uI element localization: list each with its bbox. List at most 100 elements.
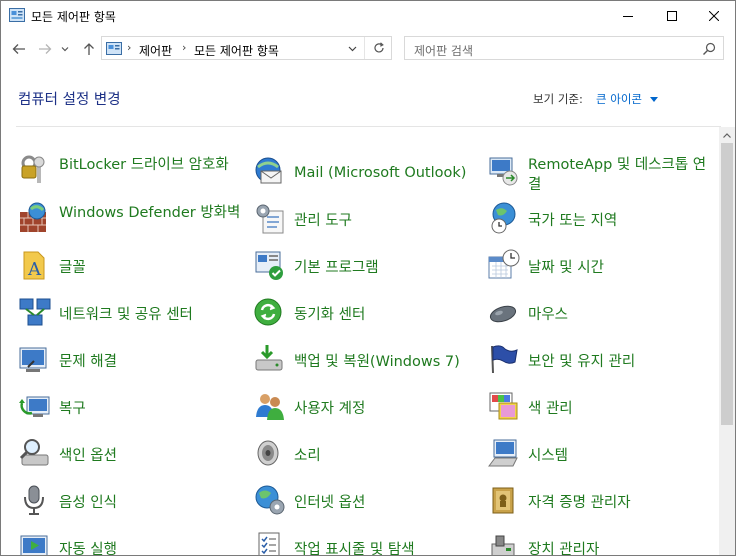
view-by-dropdown[interactable]: 큰 아이콘 — [596, 91, 658, 107]
item-system[interactable]: 시스템 — [487, 436, 717, 476]
mail-icon — [255, 157, 282, 184]
key-lock-icon — [21, 155, 45, 183]
recovery-icon — [19, 396, 50, 417]
users-icon — [256, 394, 284, 420]
item-label[interactable]: 색인 옵션 — [59, 446, 249, 466]
item-label[interactable]: 시스템 — [528, 446, 718, 466]
item-mail[interactable]: Mail (Microsoft Outlook) — [253, 153, 483, 193]
item-internet-options[interactable]: 인터넷 옵션 — [253, 483, 483, 523]
triangle-down-icon — [649, 97, 658, 102]
item-label[interactable]: 자동 실행 — [59, 540, 249, 555]
default-programs-icon — [255, 251, 283, 280]
item-device-manager[interactable]: 장치 관리자 — [487, 530, 717, 555]
item-credential-manager[interactable]: 자격 증명 관리자 — [487, 483, 717, 523]
item-bitlocker[interactable]: BitLocker 드라이브 암호화 — [18, 153, 248, 193]
item-mouse[interactable]: 마우스 — [487, 295, 717, 335]
maximize-icon — [667, 11, 677, 21]
item-troubleshooting[interactable]: 문제 해결 — [18, 342, 248, 382]
scroll-up-button[interactable] — [719, 127, 735, 143]
item-firewall[interactable]: Windows Defender 방화벽 — [18, 201, 248, 241]
item-speech-recognition[interactable]: 음성 인식 — [18, 483, 248, 523]
item-sync-center[interactable]: 동기화 센터 — [253, 295, 483, 335]
speaker-icon — [257, 440, 279, 466]
item-default-programs[interactable]: 기본 프로그램 — [253, 248, 483, 288]
breadcrumb-control-panel[interactable]: 제어판 — [139, 42, 172, 59]
item-label[interactable]: 복구 — [59, 399, 249, 419]
minimize-button[interactable] — [605, 1, 651, 31]
item-label[interactable]: 소리 — [294, 446, 484, 466]
search-input[interactable]: 제어판 검색 — [414, 42, 473, 59]
item-taskbar-navigation[interactable]: 작업 표시줄 및 탐색 — [253, 530, 483, 555]
item-label[interactable]: 백업 및 복원(Windows 7) — [294, 352, 484, 372]
item-label[interactable]: 날짜 및 시간 — [528, 258, 718, 278]
recent-locations-button[interactable] — [59, 39, 71, 59]
item-network[interactable]: 네트워크 및 공유 센터 — [18, 295, 248, 335]
sync-icon — [254, 298, 282, 326]
refresh-button[interactable] — [364, 37, 392, 59]
item-label[interactable]: 보안 및 유지 관리 — [528, 352, 718, 372]
arrow-up-icon — [84, 43, 94, 55]
item-label[interactable]: 기본 프로그램 — [294, 258, 484, 278]
breadcrumb-separator-icon[interactable]: › — [182, 41, 186, 54]
close-button[interactable] — [691, 1, 735, 31]
item-label[interactable]: 네트워크 및 공유 센터 — [59, 305, 249, 325]
item-label[interactable]: 사용자 계정 — [294, 399, 484, 419]
address-dropdown-button[interactable] — [343, 40, 361, 58]
breadcrumb-all-items[interactable]: 모든 제어판 항목 — [194, 42, 279, 59]
item-label[interactable]: 자격 증명 관리자 — [528, 493, 718, 513]
item-label[interactable]: 음성 인식 — [59, 493, 249, 513]
item-label[interactable]: 문제 해결 — [59, 352, 249, 372]
item-label[interactable]: 관리 도구 — [294, 211, 484, 231]
item-remoteapp[interactable]: RemoteApp 및 데스크톱 연결 — [487, 153, 717, 193]
back-button[interactable] — [9, 39, 29, 59]
taskbar-icon — [258, 532, 280, 555]
item-recovery[interactable]: 복구 — [18, 389, 248, 429]
maximize-button[interactable] — [649, 1, 695, 31]
item-user-accounts[interactable]: 사용자 계정 — [253, 389, 483, 429]
chevron-down-icon — [348, 46, 356, 52]
up-button[interactable] — [79, 39, 99, 59]
item-label[interactable]: RemoteApp 및 데스크톱 연결 — [528, 155, 718, 195]
item-label[interactable]: 마우스 — [528, 305, 718, 325]
search-icon[interactable] — [701, 41, 717, 57]
arrow-left-icon — [12, 44, 25, 54]
item-fonts[interactable]: A 글꼴 — [18, 248, 248, 288]
color-management-icon — [489, 392, 518, 420]
font-icon: A — [23, 251, 45, 280]
forward-button[interactable] — [35, 39, 55, 59]
item-label[interactable]: 작업 표시줄 및 탐색 — [294, 540, 484, 555]
item-label[interactable]: 장치 관리자 — [528, 540, 718, 555]
item-region[interactable]: 국가 또는 지역 — [487, 201, 717, 241]
breadcrumb-separator-icon[interactable]: › — [127, 41, 131, 54]
item-indexing-options[interactable]: 색인 옵션 — [18, 436, 248, 476]
item-label[interactable]: 글꼴 — [59, 258, 249, 278]
item-label[interactable]: 색 관리 — [528, 399, 718, 419]
item-label[interactable]: Windows Defender 방화벽 — [59, 203, 249, 223]
item-autoplay[interactable]: 자동 실행 — [18, 530, 248, 555]
vertical-scrollbar[interactable] — [719, 127, 735, 555]
view-by-value[interactable]: 큰 아이콘 — [596, 92, 642, 106]
control-panel-icon — [9, 8, 25, 22]
item-label[interactable]: 인터넷 옵션 — [294, 493, 484, 513]
firewall-icon — [20, 202, 46, 232]
item-label[interactable]: Mail (Microsoft Outlook) — [294, 163, 484, 183]
address-bar[interactable]: › 제어판 › 모든 제어판 항목 — [101, 36, 392, 60]
item-color-management[interactable]: 색 관리 — [487, 389, 717, 429]
item-label[interactable]: BitLocker 드라이브 암호화 — [59, 155, 249, 175]
item-label[interactable]: 국가 또는 지역 — [528, 211, 718, 231]
item-security-maintenance[interactable]: 보안 및 유지 관리 — [487, 342, 717, 382]
mouse-icon — [489, 305, 517, 323]
flag-icon — [491, 345, 518, 374]
item-date-time[interactable]: 날짜 및 시간 — [487, 248, 717, 288]
item-label[interactable]: 동기화 센터 — [294, 305, 484, 325]
autoplay-icon — [20, 535, 48, 555]
item-sound[interactable]: 소리 — [253, 436, 483, 476]
page-heading: 컴퓨터 설정 변경 — [18, 92, 121, 108]
control-panel-icon — [106, 42, 122, 55]
search-box[interactable]: 제어판 검색 — [404, 36, 724, 60]
item-backup-restore[interactable]: 백업 및 복원(Windows 7) — [253, 342, 483, 382]
scroll-thumb[interactable] — [721, 143, 733, 425]
refresh-icon — [373, 42, 384, 53]
title-bar: 모든 제어판 항목 — [1, 1, 735, 31]
item-admin-tools[interactable]: 관리 도구 — [253, 201, 483, 241]
